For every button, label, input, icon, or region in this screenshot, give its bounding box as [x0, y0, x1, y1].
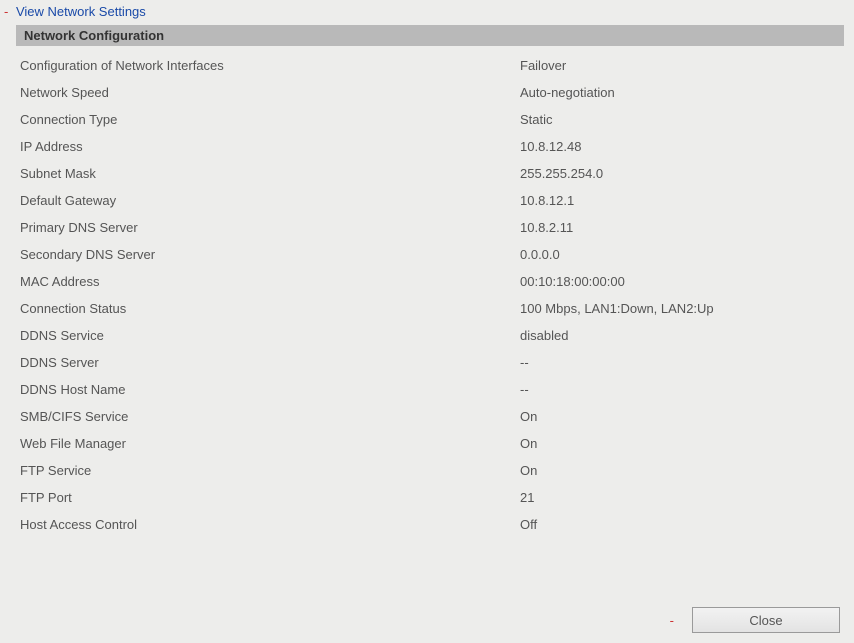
settings-row: Host Access ControlOff: [20, 511, 844, 538]
settings-row-label: Connection Type: [20, 112, 520, 127]
dialog-footer: - Close: [670, 607, 840, 633]
settings-row: IP Address10.8.12.48: [20, 133, 844, 160]
settings-row-value: 00:10:18:00:00:00: [520, 274, 844, 289]
settings-row: DDNS Servicedisabled: [20, 322, 844, 349]
settings-row-label: Host Access Control: [20, 517, 520, 532]
settings-row-value: 10.8.12.48: [520, 139, 844, 154]
settings-row-label: Configuration of Network Interfaces: [20, 58, 520, 73]
close-button[interactable]: Close: [692, 607, 840, 633]
settings-row: Network SpeedAuto-negotiation: [20, 79, 844, 106]
settings-row-value: 10.8.2.11: [520, 220, 844, 235]
settings-row-value: Off: [520, 517, 844, 532]
settings-row-value: Static: [520, 112, 844, 127]
footer-dash: -: [670, 613, 674, 628]
settings-row: DDNS Server--: [20, 349, 844, 376]
settings-row-label: Network Speed: [20, 85, 520, 100]
settings-rows: Configuration of Network InterfacesFailo…: [0, 46, 854, 538]
settings-row: Connection TypeStatic: [20, 106, 844, 133]
settings-row-label: IP Address: [20, 139, 520, 154]
settings-row-value: 100 Mbps, LAN1:Down, LAN2:Up: [520, 301, 844, 316]
settings-row-value: 255.255.254.0: [520, 166, 844, 181]
settings-row: Subnet Mask255.255.254.0: [20, 160, 844, 187]
settings-row-label: DDNS Host Name: [20, 382, 520, 397]
settings-row-label: Connection Status: [20, 301, 520, 316]
section-title: Network Configuration: [16, 25, 844, 46]
settings-row-label: MAC Address: [20, 274, 520, 289]
settings-row-label: DDNS Service: [20, 328, 520, 343]
settings-row: FTP Port21: [20, 484, 844, 511]
header-dash: -: [4, 4, 8, 19]
settings-row-label: FTP Port: [20, 490, 520, 505]
settings-row-label: Secondary DNS Server: [20, 247, 520, 262]
settings-row: MAC Address00:10:18:00:00:00: [20, 268, 844, 295]
settings-row: Configuration of Network InterfacesFailo…: [20, 52, 844, 79]
settings-row-label: SMB/CIFS Service: [20, 409, 520, 424]
dialog-header: - View Network Settings: [0, 0, 854, 25]
settings-row-label: Web File Manager: [20, 436, 520, 451]
settings-row-label: Default Gateway: [20, 193, 520, 208]
settings-row-label: DDNS Server: [20, 355, 520, 370]
settings-row: Default Gateway10.8.12.1: [20, 187, 844, 214]
settings-row: FTP ServiceOn: [20, 457, 844, 484]
settings-row-value: Failover: [520, 58, 844, 73]
settings-row: Web File ManagerOn: [20, 430, 844, 457]
view-network-settings-link[interactable]: View Network Settings: [16, 4, 146, 19]
settings-row-value: --: [520, 382, 844, 397]
settings-row: DDNS Host Name--: [20, 376, 844, 403]
settings-row: SMB/CIFS ServiceOn: [20, 403, 844, 430]
settings-row-label: FTP Service: [20, 463, 520, 478]
settings-row-value: disabled: [520, 328, 844, 343]
settings-row: Connection Status100 Mbps, LAN1:Down, LA…: [20, 295, 844, 322]
settings-row-value: On: [520, 436, 844, 451]
settings-row-label: Subnet Mask: [20, 166, 520, 181]
settings-row-value: 0.0.0.0: [520, 247, 844, 262]
settings-row: Secondary DNS Server0.0.0.0: [20, 241, 844, 268]
settings-row-value: On: [520, 409, 844, 424]
settings-row-label: Primary DNS Server: [20, 220, 520, 235]
settings-row-value: On: [520, 463, 844, 478]
settings-row-value: 21: [520, 490, 844, 505]
settings-row: Primary DNS Server10.8.2.11: [20, 214, 844, 241]
settings-row-value: 10.8.12.1: [520, 193, 844, 208]
settings-row-value: --: [520, 355, 844, 370]
settings-row-value: Auto-negotiation: [520, 85, 844, 100]
